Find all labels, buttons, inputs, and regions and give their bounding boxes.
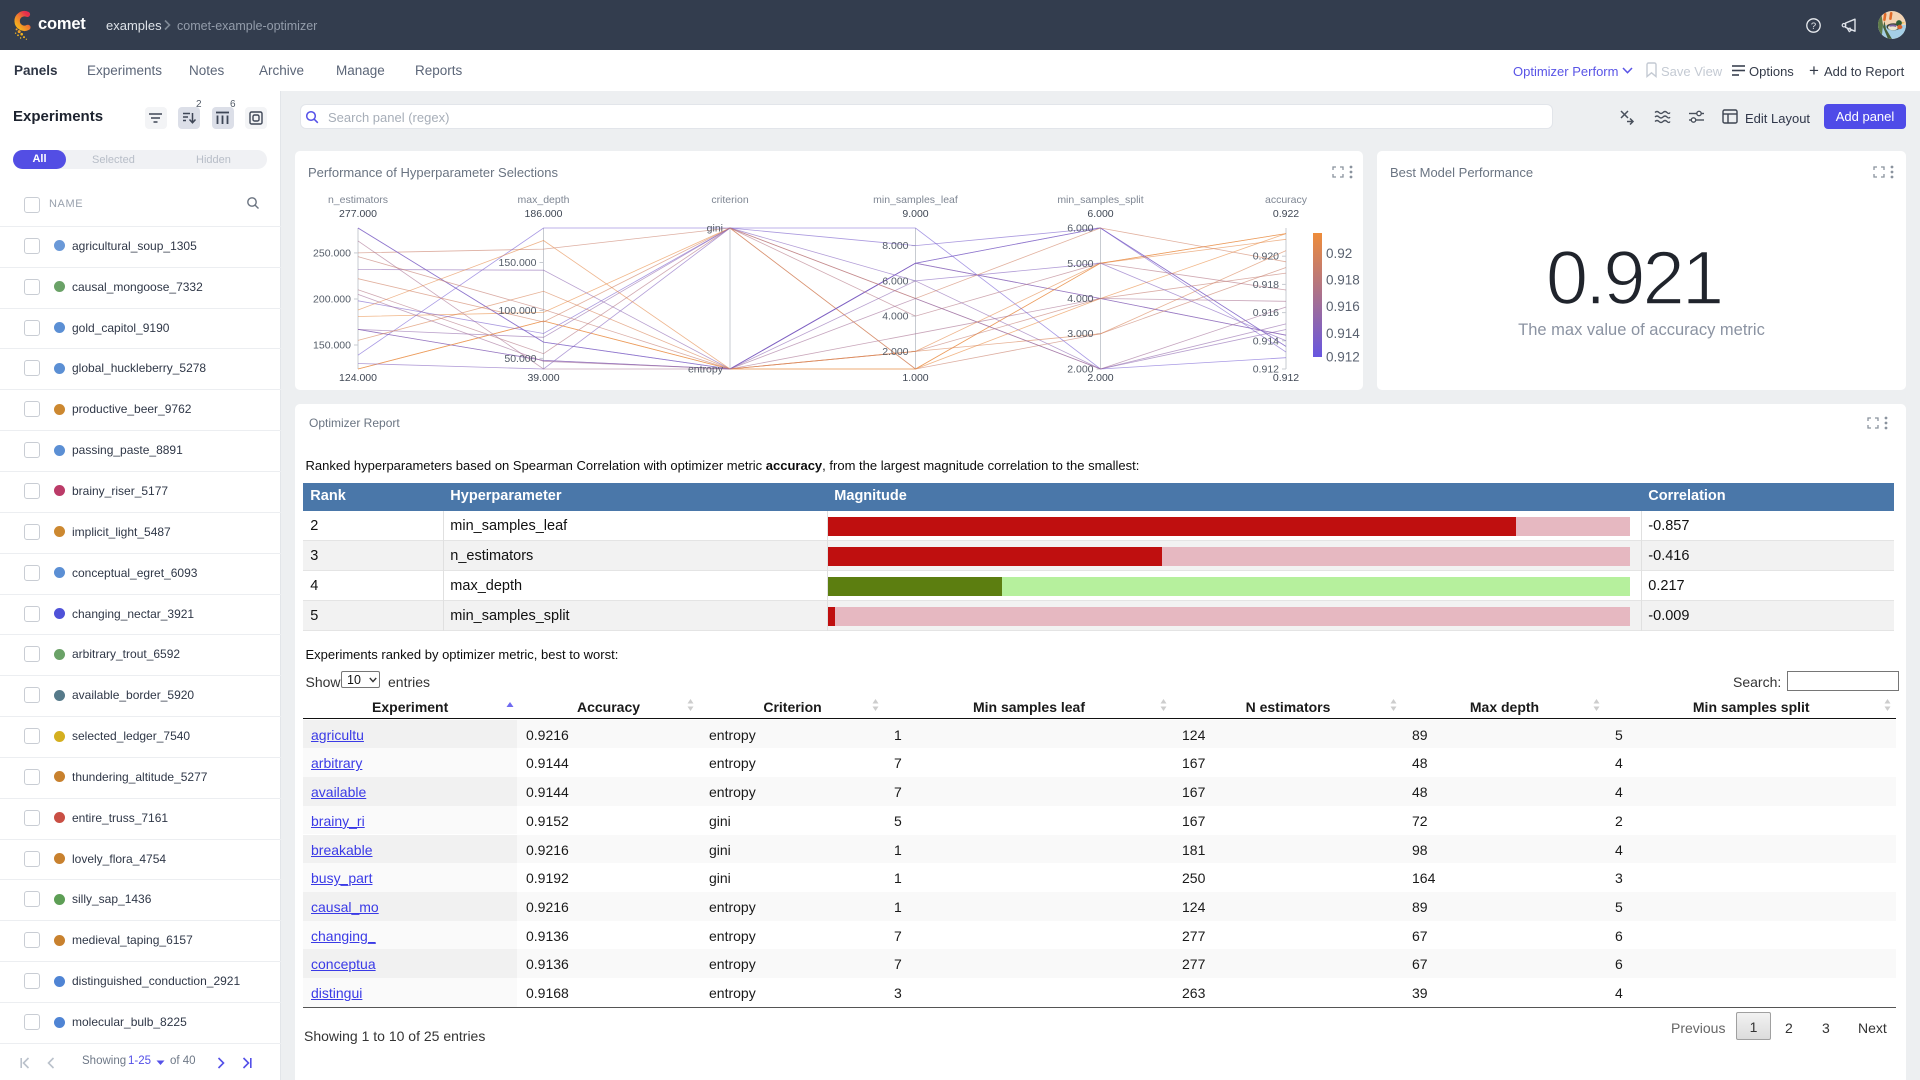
svg-text:5.000: 5.000: [1067, 258, 1093, 270]
svg-text:250.000: 250.000: [313, 247, 351, 259]
svg-text:0.918: 0.918: [1253, 279, 1279, 291]
svg-text:min_samples_leaf: min_samples_leaf: [873, 194, 958, 206]
svg-text:50.000: 50.000: [504, 353, 536, 365]
svg-text:0.922: 0.922: [1273, 208, 1299, 220]
svg-text:6.000: 6.000: [882, 275, 908, 287]
svg-text:186.000: 186.000: [525, 208, 563, 220]
svg-text:n_estimators: n_estimators: [328, 194, 388, 206]
svg-text:min_samples_split: min_samples_split: [1057, 194, 1143, 206]
svg-text:2.000: 2.000: [1087, 372, 1113, 384]
svg-text:6.000: 6.000: [1087, 208, 1113, 220]
svg-text:150.000: 150.000: [313, 340, 351, 352]
svg-text:8.000: 8.000: [882, 240, 908, 252]
svg-text:gini: gini: [707, 223, 723, 235]
svg-text:6.000: 6.000: [1067, 223, 1093, 235]
svg-text:0.916: 0.916: [1253, 307, 1279, 319]
svg-text:accuracy: accuracy: [1265, 194, 1308, 206]
svg-text:criterion: criterion: [711, 194, 749, 206]
svg-text:0.92: 0.92: [1326, 246, 1352, 261]
svg-text:100.000: 100.000: [499, 305, 537, 317]
svg-text:277.000: 277.000: [339, 208, 377, 220]
svg-text:4.000: 4.000: [1067, 293, 1093, 305]
svg-text:9.000: 9.000: [902, 208, 928, 220]
svg-text:0.912: 0.912: [1273, 372, 1299, 384]
svg-text:0.916: 0.916: [1326, 299, 1360, 314]
svg-text:0.912: 0.912: [1326, 349, 1360, 364]
svg-text:0.918: 0.918: [1326, 272, 1360, 287]
svg-text:max_depth: max_depth: [518, 194, 570, 206]
svg-text:0.914: 0.914: [1326, 326, 1360, 341]
svg-text:entropy: entropy: [688, 364, 724, 376]
svg-text:?: ?: [1811, 21, 1816, 32]
svg-text:4.000: 4.000: [882, 311, 908, 323]
svg-text:3.000: 3.000: [1067, 328, 1093, 340]
svg-text:39.000: 39.000: [527, 372, 559, 384]
svg-text:2.000: 2.000: [882, 346, 908, 358]
svg-text:150.000: 150.000: [499, 257, 537, 269]
svg-text:0.914: 0.914: [1253, 335, 1279, 347]
svg-text:1.000: 1.000: [902, 372, 928, 384]
svg-text:0.920: 0.920: [1253, 251, 1279, 263]
svg-text:200.000: 200.000: [313, 294, 351, 306]
svg-text:124.000: 124.000: [339, 372, 377, 384]
